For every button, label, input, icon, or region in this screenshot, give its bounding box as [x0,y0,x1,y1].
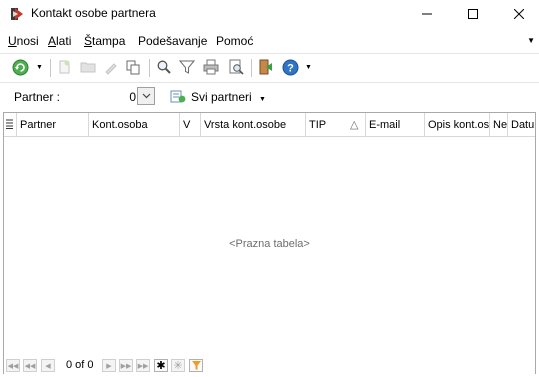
title-bar: Kontakt osobe partnera [0,0,539,28]
edit-icon [105,63,117,75]
print-preview-button[interactable] [227,58,245,76]
nav-next-page-button[interactable]: ▶▶ [119,359,133,372]
open-button[interactable] [79,58,97,76]
column-header-opis[interactable]: Opis kont.os [425,113,490,136]
toolbar-separator [149,59,150,77]
column-header-ne[interactable]: Ne [490,113,508,136]
record-navigator: ◀◀ ◀◀ ◀ 0 of 0 ▶ ▶▶ ▶▶ ✱ ✳ [4,357,535,374]
window-title: Kontakt osobe partnera [31,6,156,20]
sort-ascending-icon: △ [350,119,359,131]
filter-bar: Partner : 0 Svi partneri ▼ [0,82,539,110]
search-icon [157,60,171,74]
menu-bar: Unosi Alati Štampa Podešavanje Pomoć ▼ [0,31,539,51]
menu-unosi[interactable]: Unosi [8,34,39,48]
partner-field[interactable]: 0 [100,90,136,104]
column-chooser-icon[interactable] [4,113,17,136]
nav-insert-button[interactable]: ✱ [154,359,168,372]
nav-prev-page-button[interactable]: ◀◀ [23,359,37,372]
menu-overflow-icon[interactable]: ▼ [527,36,535,45]
app-logo-icon [11,8,23,20]
filter-icon [179,60,195,74]
exit-button[interactable] [257,58,275,76]
maximize-button[interactable] [450,0,496,28]
toolbar: ▼ ? ▼ [0,53,539,81]
exit-icon [259,59,272,75]
chevron-down-icon [142,93,150,99]
column-header-kont-osoba[interactable]: Kont.osoba [89,113,180,136]
refresh-button[interactable] [11,58,29,76]
toolbar-overflow-icon[interactable]: ▼ [305,64,312,71]
close-icon [514,9,524,19]
partner-label: Partner : [14,90,61,104]
copy-icon [126,60,140,75]
search-button[interactable] [155,58,173,76]
empty-table-message: <Prazna tabela> [229,238,310,250]
partner-dropdown-button[interactable] [137,87,155,105]
column-header-v[interactable]: V [180,113,201,136]
filter-button[interactable] [178,58,196,76]
svg-text:?: ? [287,62,294,74]
refresh-dropdown-icon[interactable]: ▼ [36,64,43,71]
nav-next-button[interactable]: ▶ [102,359,116,372]
column-header-partner[interactable]: Partner [17,113,89,136]
print-button[interactable] [202,58,220,76]
column-header-datum[interactable]: Datum [508,113,535,136]
minimize-button[interactable] [404,0,450,28]
edit-button[interactable] [102,58,120,76]
menu-alati[interactable]: Alati [48,34,71,48]
menu-podesavanje[interactable]: Podešavanje [138,34,207,48]
all-partners-button[interactable]: Svi partneri [191,90,252,104]
nav-last-page-button[interactable]: ▶▶ [136,359,150,372]
column-label-tip: TIP [309,119,327,131]
toolbar-separator [251,59,252,77]
help-icon: ? [282,59,298,75]
record-counter: 0 of 0 [66,359,94,371]
nav-filter-button[interactable] [189,359,203,372]
copy-button[interactable] [124,58,142,76]
close-button[interactable] [496,0,539,28]
new-icon [59,60,70,74]
print-icon [203,59,219,75]
column-header-tip[interactable]: TIP △ [306,113,366,136]
open-folder-icon [80,62,96,73]
maximize-icon [468,9,478,19]
refresh-icon [12,59,28,75]
filter-icon [191,361,201,370]
minimize-icon [422,13,432,15]
column-header-email[interactable]: E-mail [366,113,425,136]
toolbar-separator [50,59,51,77]
grid-header: Partner Kont.osoba V Vrsta kont.osobe TI… [4,113,535,137]
menu-pomoc[interactable]: Pomoć [216,34,253,48]
all-partners-icon[interactable] [170,88,186,104]
print-preview-icon [229,59,244,75]
menu-stampa[interactable]: Štampa [84,34,125,48]
new-button[interactable] [55,58,73,76]
all-partners-dropdown-icon[interactable]: ▼ [259,96,266,103]
data-grid: Partner Kont.osoba V Vrsta kont.osobe TI… [3,112,536,374]
nav-delete-button[interactable]: ✳ [171,359,185,372]
nav-prev-button[interactable]: ◀ [41,359,55,372]
nav-first-page-button[interactable]: ◀◀ [6,359,20,372]
help-button[interactable]: ? [281,58,299,76]
column-header-vrsta[interactable]: Vrsta kont.osobe [201,113,306,136]
